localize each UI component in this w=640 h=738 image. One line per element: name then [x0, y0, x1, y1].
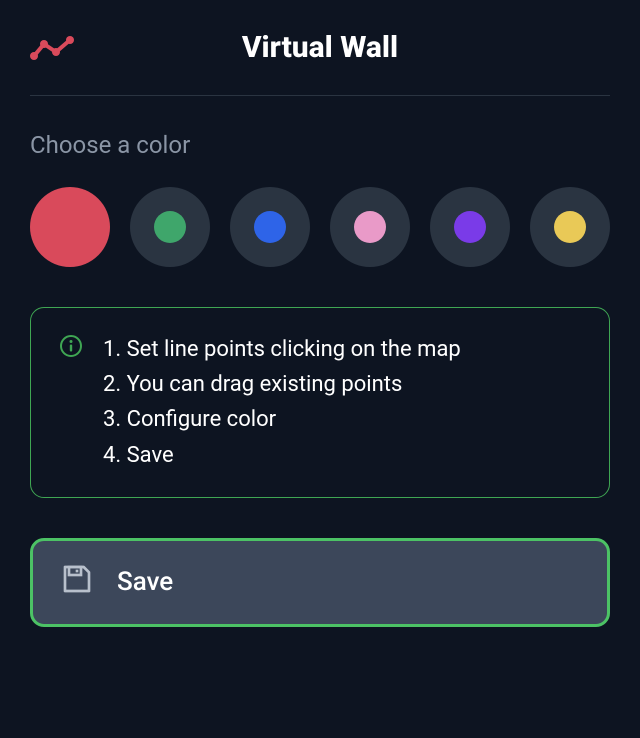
color-swatch-0[interactable] — [30, 187, 110, 267]
info-line-4: 4. Save — [103, 438, 461, 473]
color-section-label: Choose a color — [30, 131, 610, 159]
save-icon — [61, 563, 93, 602]
save-button[interactable]: Save — [30, 538, 610, 627]
save-button-label: Save — [117, 567, 173, 597]
color-swatch-1[interactable] — [130, 187, 210, 267]
color-swatch-3[interactable] — [330, 187, 410, 267]
info-line-1: 1. Set line points clicking on the map — [103, 332, 461, 367]
color-dot — [354, 211, 386, 243]
color-dot — [30, 187, 110, 267]
info-icon — [59, 334, 83, 473]
color-dot — [254, 211, 286, 243]
color-dot — [554, 211, 586, 243]
color-dot — [454, 211, 486, 243]
info-box: 1. Set line points clicking on the map 2… — [30, 307, 610, 498]
color-swatch-4[interactable] — [430, 187, 510, 267]
color-swatch-5[interactable] — [530, 187, 610, 267]
color-picker-row — [30, 187, 610, 267]
info-line-2: 2. You can drag existing points — [103, 367, 461, 402]
color-swatch-2[interactable] — [230, 187, 310, 267]
info-line-3: 3. Configure color — [103, 402, 461, 437]
info-content: 1. Set line points clicking on the map 2… — [103, 332, 461, 473]
color-dot — [154, 211, 186, 243]
page-title: Virtual Wall — [30, 30, 610, 65]
header: Virtual Wall — [30, 30, 610, 96]
